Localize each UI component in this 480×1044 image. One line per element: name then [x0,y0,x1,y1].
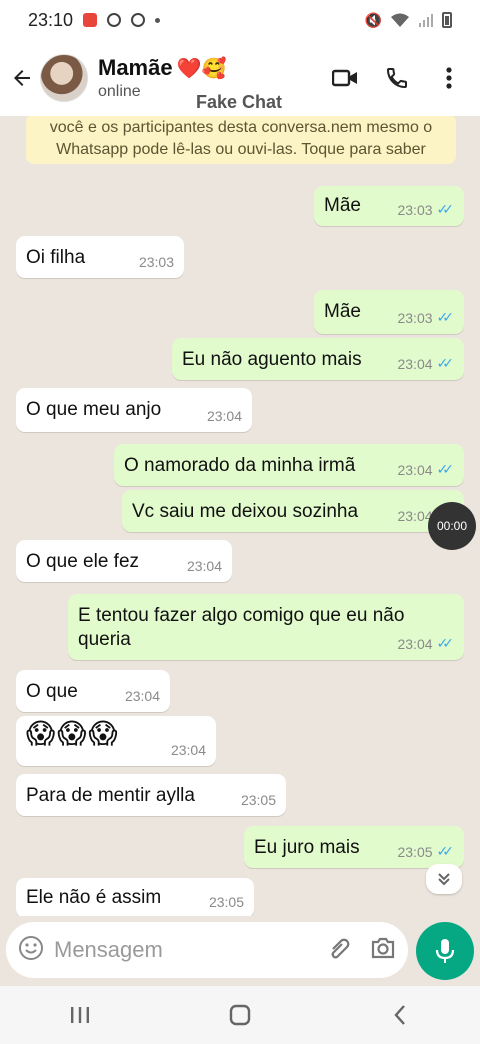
paperclip-icon [331,938,350,958]
message-incoming[interactable]: 😱😱😱 23:04 [16,716,216,766]
encryption-notice[interactable]: você e os participantes desta conversa.n… [26,116,456,164]
back-button[interactable] [2,58,42,98]
watermark-label: Fake Chat [196,92,283,112]
message-emojis: 😱😱😱 [26,718,120,749]
message-time: 23:04 [186,558,222,574]
message-incoming[interactable]: O que ele fez 23:04 [16,540,232,582]
message-outgoing[interactable]: E tentou fazer algo comigo que eu não qu… [68,594,464,660]
message-outgoing[interactable]: Mãe 23:03 ✓✓ [314,186,464,226]
message-incoming[interactable]: O que meu anjo 23:04 [16,388,252,432]
message-text: Oi filha [26,247,86,268]
message-time: 23:05 [240,792,276,808]
message-time: 23:04 [397,461,433,478]
message-incoming[interactable]: Ele não é assim 23:05 [16,878,254,916]
status-time: 23:10 [28,9,74,30]
double-chevron-down-icon [438,873,450,886]
message-time: 23:04 [397,507,433,524]
notification-app-icon [83,13,98,27]
smiley-icon [19,935,43,960]
signal-icon [419,14,433,27]
message-outgoing[interactable]: O namorado da minha irmã 23:04 ✓✓ [114,444,464,486]
message-text: Eu juro mais [254,837,360,858]
do-not-disturb-icon [131,13,146,27]
message-time: 23:04 [170,742,206,758]
mute-icon: 🔇 [364,11,382,28]
phone-icon [386,68,407,89]
read-receipt-icon: ✓✓ [436,201,455,217]
voice-message-button[interactable] [416,922,474,980]
video-camera-icon [332,69,357,87]
message-time: 23:04 [124,688,160,704]
message-time: 23:05 [397,843,433,860]
message-incoming[interactable]: Oi filha 23:03 [16,236,184,278]
attach-button[interactable] [326,935,352,966]
message-text: Ele não é assim [26,887,162,908]
message-time: 23:04 [397,355,433,372]
message-time: 23:04 [206,408,242,424]
message-incoming[interactable]: O que 23:04 [16,670,170,712]
message-text: O que meu anjo [26,399,162,420]
camera-button[interactable] [370,936,396,965]
message-text: E tentou fazer algo comigo que eu não qu… [78,605,405,650]
camera-icon [371,937,395,958]
message-text: O namorado da minha irmã [124,455,356,476]
contact-emoji: ❤️🥰 [176,57,227,80]
message-time: 23:05 [208,894,244,910]
wifi-icon [391,13,409,27]
recent-apps-button[interactable] [50,995,110,1035]
status-bar: 23:10 🔇 [0,0,480,40]
contact-name: Mamãe [98,55,173,80]
avatar[interactable] [40,54,88,102]
message-text: Eu não aguento mais [182,349,362,370]
recent-apps-icon [71,1007,89,1023]
message-text: Vc saiu me deixou sozinha [132,501,359,522]
read-receipt-icon: ✓✓ [436,309,455,325]
message-text: O que ele fez [26,551,140,572]
message-outgoing[interactable]: Eu juro mais 23:05 ✓✓ [244,826,464,868]
message-text: Mãe [324,195,361,216]
back-nav-button[interactable] [370,995,430,1035]
read-receipt-icon: ✓✓ [436,355,455,371]
message-text: O que [26,681,78,702]
microphone-icon [435,939,455,963]
read-receipt-icon: ✓✓ [436,843,455,859]
voice-call-button[interactable] [382,63,412,93]
chat-area[interactable]: você e os participantes desta conversa.n… [0,116,480,916]
emoji-button[interactable] [18,935,44,966]
message-text: Mãe [324,301,361,322]
message-outgoing[interactable]: Mãe 23:03 ✓✓ [314,290,464,334]
arrow-left-icon [14,70,30,86]
more-dot-icon [155,17,161,23]
message-input-container [6,922,408,978]
scroll-to-bottom-button[interactable] [426,864,462,894]
read-receipt-icon: ✓✓ [436,461,455,477]
battery-icon [442,12,452,28]
read-receipt-icon: ✓✓ [436,635,455,651]
message-incoming[interactable]: Para de mentir aylla 23:05 [16,774,286,816]
message-time: 23:04 [397,635,433,652]
more-options-button[interactable] [434,63,464,93]
input-bar [0,916,480,986]
home-icon [229,1004,251,1026]
home-button[interactable] [210,995,270,1035]
soccer-ball-icon [107,13,122,27]
message-text: Para de mentir aylla [26,785,195,806]
message-outgoing[interactable]: Vc saiu me deixou sozinha 23:04✓✓ [122,490,464,532]
more-vertical-icon [446,67,452,89]
chevron-left-icon [394,1005,405,1025]
system-nav-bar [0,986,480,1044]
message-time: 23:03 [397,309,433,326]
message-outgoing[interactable]: Eu não aguento mais 23:04 ✓✓ [172,338,464,380]
message-input[interactable] [54,937,304,963]
message-time: 23:03 [138,254,174,270]
message-time: 23:03 [397,201,433,218]
recording-timer-badge: 00:00 [428,502,476,550]
video-call-button[interactable] [330,63,360,93]
